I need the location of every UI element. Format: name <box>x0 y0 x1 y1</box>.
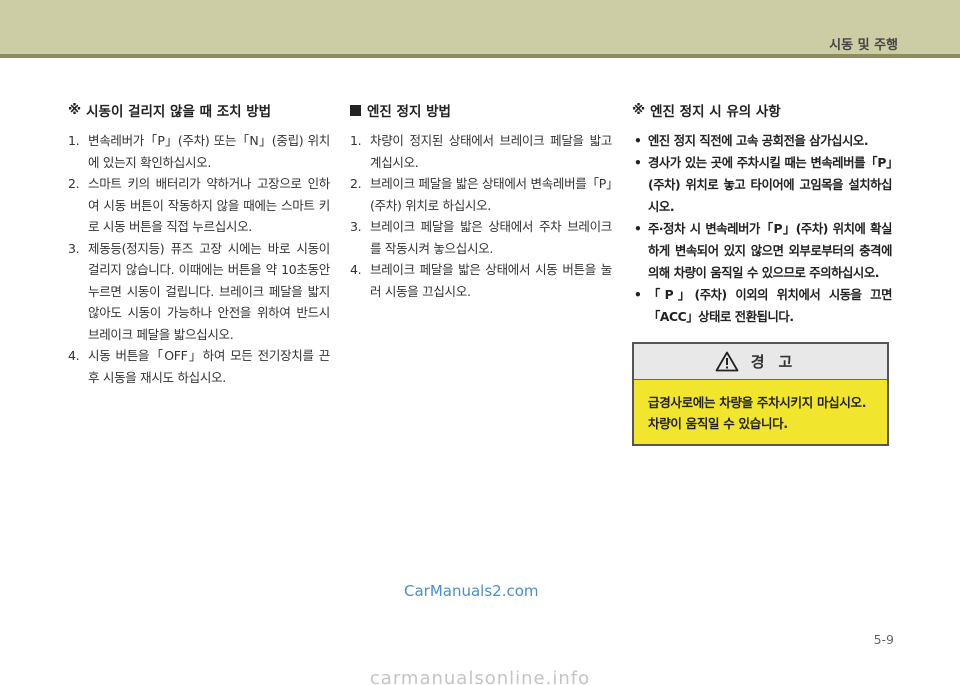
section-title: ※ 엔진 정지 시 유의 사항 <box>632 100 892 120</box>
caution-text: 엔진 정지 직전에 고속 공회전을 삼가십시오. <box>648 134 869 148</box>
list-item: 2. 브레이크 페달을 밟은 상태에서 변속레버를「P」(주차) 위치로 하십시오… <box>350 173 612 216</box>
header-divider <box>0 54 960 58</box>
step-number: 1. <box>350 133 362 148</box>
bullet-dot-icon: • <box>634 288 642 302</box>
warning-header: 경고 <box>634 344 887 380</box>
list-item: 1. 변속레버가「P」(주차) 또는「N」(중립) 위치에 있는지 확인하십시오. <box>68 130 330 173</box>
list-item: • 주·정차 시 변속레버가「P」(주차) 위치에 확실하게 변속되어 있지 않으… <box>632 218 892 284</box>
square-bullet-icon <box>350 104 361 116</box>
warning-box: 경고 급경사로에는 차량을 주차시키지 마십시오. 차량이 움직일 수 있습니다… <box>632 342 889 446</box>
warning-label: 경고 <box>750 353 807 371</box>
list-item: 4. 시동 버튼을「OFF」하여 모든 전기장치를 끈 후 시동을 재시도 하십시… <box>68 345 330 388</box>
column-start-troubleshooting: ※ 시동이 걸리지 않을 때 조치 방법 1. 변속레버가「P」(주차) 또는「N… <box>68 100 330 388</box>
step-text: 브레이크 페달을 밟은 상태에서 시동 버튼을 눌러 시동을 끄십시오. <box>370 262 612 299</box>
list-item: 3. 브레이크 페달을 밟은 상태에서 주차 브레이크를 작동시켜 놓으십시오. <box>350 216 612 259</box>
step-number: 3. <box>350 219 362 234</box>
page-number: 5-9 <box>873 632 894 647</box>
column-engine-stop: 엔진 정지 방법 1. 차량이 정지된 상태에서 브레이크 페달을 밟고 계십시오… <box>350 100 612 302</box>
reference-mark: ※ <box>632 102 646 118</box>
list-item: • 엔진 정지 직전에 고속 공회전을 삼가십시오. <box>632 130 892 152</box>
section-title: 엔진 정지 방법 <box>350 100 612 120</box>
list-item: 4. 브레이크 페달을 밟은 상태에서 시동 버튼을 눌러 시동을 끄십시오. <box>350 259 612 302</box>
footer-watermark: carmanualsonline.info <box>369 668 591 685</box>
warning-triangle-icon <box>715 351 739 372</box>
step-text: 브레이크 페달을 밟은 상태에서 변속레버를「P」(주차) 위치로 하십시오. <box>370 176 612 213</box>
caution-text: 경사가 있는 곳에 주차시킬 때는 변속레버를「P」(주차) 위치로 놓고 타이… <box>648 156 892 214</box>
chapter-title: 시동 및 주행 <box>829 38 898 53</box>
warning-line: 급경사로에는 차량을 주차시키지 마십시오. <box>648 395 867 410</box>
list-item: • 경사가 있는 곳에 주차시킬 때는 변속레버를「P」(주차) 위치로 놓고 타… <box>632 152 892 218</box>
step-text: 제동등(정지등) 퓨즈 고장 시에는 바로 시동이 걸리지 않습니다. 이때에는… <box>88 240 330 342</box>
list-item: 1. 차량이 정지된 상태에서 브레이크 페달을 밟고 계십시오. <box>350 130 612 173</box>
step-number: 1. <box>68 133 80 148</box>
caution-text: 주·정차 시 변속레버가「P」(주차) 위치에 확실하게 변속되어 있지 않으면… <box>648 222 892 280</box>
step-text: 브레이크 페달을 밟은 상태에서 주차 브레이크를 작동시켜 놓으십시오. <box>370 219 612 256</box>
section-title-text: 엔진 정지 시 유의 사항 <box>650 104 781 120</box>
section-title-text: 시동이 걸리지 않을 때 조치 방법 <box>86 104 272 120</box>
step-text: 차량이 정지된 상태에서 브레이크 페달을 밟고 계십시오. <box>370 133 612 170</box>
step-list: 1. 변속레버가「P」(주차) 또는「N」(중립) 위치에 있는지 확인하십시오.… <box>68 130 330 388</box>
step-number: 2. <box>350 176 362 191</box>
section-title-text: 엔진 정지 방법 <box>367 104 451 120</box>
step-number: 4. <box>68 348 80 363</box>
section-title: ※ 시동이 걸리지 않을 때 조치 방법 <box>68 100 330 120</box>
bullet-dot-icon: • <box>634 222 642 236</box>
header-band <box>0 0 960 54</box>
step-number: 3. <box>68 240 80 256</box>
step-number: 4. <box>350 262 362 277</box>
reference-mark: ※ <box>68 102 82 118</box>
list-item: • 「P」(주차) 이외의 위치에서 시동을 끄면「ACC」상태로 전환됩니다. <box>632 284 892 328</box>
caution-text: 「P」(주차) 이외의 위치에서 시동을 끄면「ACC」상태로 전환됩니다. <box>648 288 892 324</box>
caution-list: • 엔진 정지 직전에 고속 공회전을 삼가십시오. • 경사가 있는 곳에 주차시… <box>632 130 892 328</box>
warning-line: 차량이 움직일 수 있습니다. <box>648 416 788 431</box>
step-text: 스마트 키의 배터리가 약하거나 고장으로 인하여 시동 버튼이 작동하지 않을… <box>88 176 330 234</box>
step-text: 변속레버가「P」(주차) 또는「N」(중립) 위치에 있는지 확인하십시오. <box>88 133 330 170</box>
list-item: 3. 제동등(정지등) 퓨즈 고장 시에는 바로 시동이 걸리지 않습니다. 이때… <box>68 238 330 346</box>
step-number: 2. <box>68 176 80 191</box>
list-item: 2. 스마트 키의 배터리가 약하거나 고장으로 인하여 시동 버튼이 작동하지 … <box>68 173 330 238</box>
bullet-dot-icon: • <box>634 134 642 148</box>
warning-body: 급경사로에는 차량을 주차시키지 마십시오. 차량이 움직일 수 있습니다. <box>634 380 887 434</box>
bullet-dot-icon: • <box>634 156 642 170</box>
step-text: 시동 버튼을「OFF」하여 모든 전기장치를 끈 후 시동을 재시도 하십시오. <box>88 348 330 385</box>
column-engine-stop-cautions: ※ 엔진 정지 시 유의 사항 • 엔진 정지 직전에 고속 공회전을 삼가십시오… <box>632 100 892 328</box>
step-list: 1. 차량이 정지된 상태에서 브레이크 페달을 밟고 계십시오. 2. 브레이크 … <box>350 130 612 302</box>
watermark-text: CarManuals2.com <box>404 582 539 600</box>
